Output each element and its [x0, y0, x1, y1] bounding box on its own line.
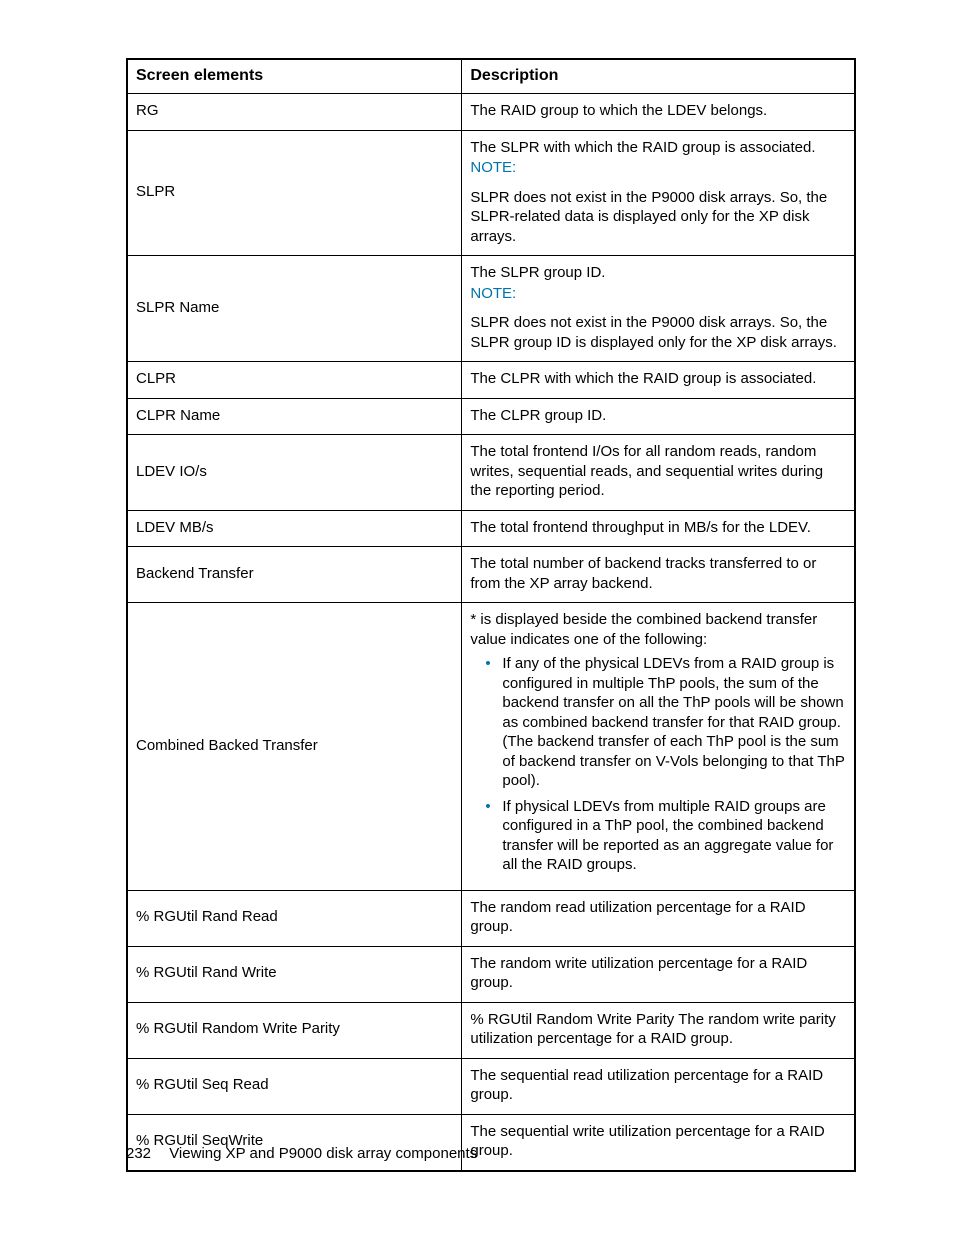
cell-element: % RGUtil Random Write Parity: [127, 1002, 462, 1058]
table-row: SLPR Name The SLPR group ID. NOTE: SLPR …: [127, 256, 855, 362]
page-number: 232: [126, 1145, 151, 1162]
cell-description: The random read utilization percentage f…: [462, 890, 855, 946]
cell-element: CLPR: [127, 362, 462, 399]
cell-element: Backend Transfer: [127, 547, 462, 603]
table-row: Backend Transfer The total number of bac…: [127, 547, 855, 603]
table-row: LDEV IO/s The total frontend I/Os for al…: [127, 435, 855, 511]
cell-description: The random write utilization percentage …: [462, 946, 855, 1002]
table-row: % RGUtil Rand Write The random write uti…: [127, 946, 855, 1002]
desc-text: The SLPR with which the RAID group is as…: [470, 139, 815, 156]
cell-description: The sequential read utilization percenta…: [462, 1058, 855, 1114]
cell-element: LDEV MB/s: [127, 510, 462, 547]
table-row: RG The RAID group to which the LDEV belo…: [127, 94, 855, 131]
cell-description: * is displayed beside the combined backe…: [462, 603, 855, 891]
desc-text: * is displayed beside the combined backe…: [470, 611, 817, 648]
table-row: CLPR Name The CLPR group ID.: [127, 398, 855, 435]
cell-description: The total frontend I/Os for all random r…: [462, 435, 855, 511]
cell-element: % RGUtil SeqWrite: [127, 1114, 462, 1171]
table-row: SLPR The SLPR with which the RAID group …: [127, 130, 855, 256]
table-row: CLPR The CLPR with which the RAID group …: [127, 362, 855, 399]
header-description: Description: [462, 59, 855, 94]
table-row: % RGUtil Seq Read The sequential read ut…: [127, 1058, 855, 1114]
table-row: LDEV MB/s The total frontend throughput …: [127, 510, 855, 547]
table-row: % RGUtil Random Write Parity % RGUtil Ra…: [127, 1002, 855, 1058]
cell-element: % RGUtil Rand Write: [127, 946, 462, 1002]
page-footer: 232 Viewing XP and P9000 disk array comp…: [126, 1145, 477, 1162]
cell-description: The total number of backend tracks trans…: [462, 547, 855, 603]
screen-elements-table: Screen elements Description RG The RAID …: [126, 58, 856, 1172]
desc-text: SLPR does not exist in the P9000 disk ar…: [470, 313, 846, 352]
table-header-row: Screen elements Description: [127, 59, 855, 94]
cell-description: The total frontend throughput in MB/s fo…: [462, 510, 855, 547]
table-row: Combined Backed Transfer * is displayed …: [127, 603, 855, 891]
cell-element: % RGUtil Seq Read: [127, 1058, 462, 1114]
list-item: If any of the physical LDEVs from a RAID…: [502, 654, 846, 791]
cell-description: % RGUtil Random Write Parity The random …: [462, 1002, 855, 1058]
bullet-list: If any of the physical LDEVs from a RAID…: [470, 654, 846, 875]
cell-description: The RAID group to which the LDEV belongs…: [462, 94, 855, 131]
cell-description: The sequential write utilization percent…: [462, 1114, 855, 1171]
desc-text: SLPR does not exist in the P9000 disk ar…: [470, 188, 846, 247]
cell-element: LDEV IO/s: [127, 435, 462, 511]
cell-description: The CLPR group ID.: [462, 398, 855, 435]
table-row: % RGUtil Rand Read The random read utili…: [127, 890, 855, 946]
cell-description: The SLPR group ID. NOTE: SLPR does not e…: [462, 256, 855, 362]
footer-title: Viewing XP and P9000 disk array componen…: [169, 1145, 477, 1162]
cell-element: RG: [127, 94, 462, 131]
cell-description: The CLPR with which the RAID group is as…: [462, 362, 855, 399]
note-label: NOTE:: [470, 284, 846, 304]
cell-description: The SLPR with which the RAID group is as…: [462, 130, 855, 256]
header-screen-elements: Screen elements: [127, 59, 462, 94]
cell-element: CLPR Name: [127, 398, 462, 435]
cell-element: SLPR: [127, 130, 462, 256]
cell-element: SLPR Name: [127, 256, 462, 362]
list-item: If physical LDEVs from multiple RAID gro…: [502, 797, 846, 875]
note-label: NOTE:: [470, 158, 846, 178]
table-row: % RGUtil SeqWrite The sequential write u…: [127, 1114, 855, 1171]
cell-element: Combined Backed Transfer: [127, 603, 462, 891]
desc-text: The SLPR group ID.: [470, 264, 605, 281]
cell-element: % RGUtil Rand Read: [127, 890, 462, 946]
